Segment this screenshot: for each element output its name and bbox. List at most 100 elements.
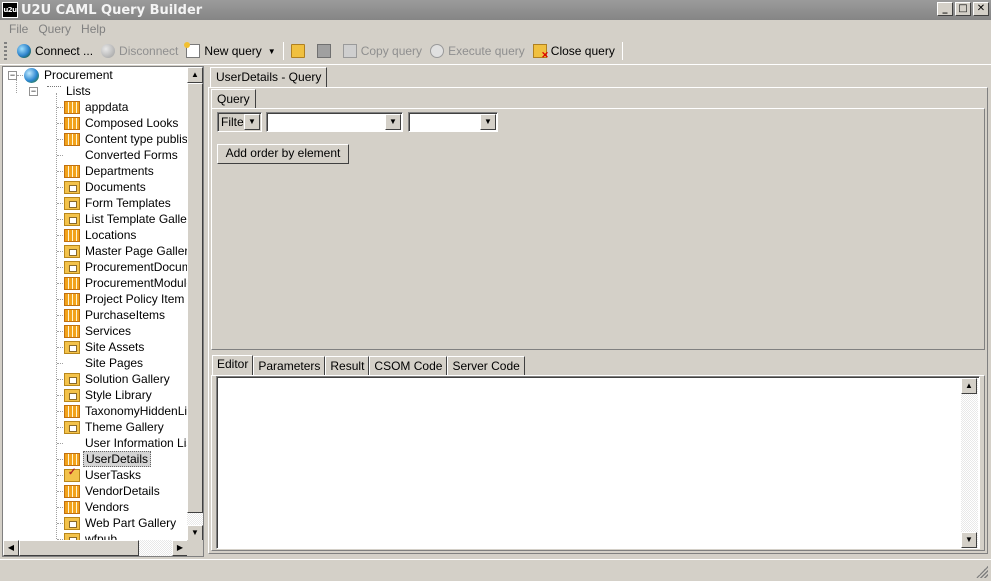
scrollbar-corner (187, 540, 203, 556)
scroll-up-icon[interactable]: ▲ (187, 67, 203, 83)
tree-list-item[interactable]: Locations (64, 227, 138, 243)
tree-list-item[interactable]: Vendors (64, 499, 131, 515)
tab-parameters[interactable]: Parameters (253, 356, 326, 376)
execute-query-button[interactable]: Execute query (426, 40, 529, 62)
scroll-left-icon[interactable]: ◀ (3, 540, 19, 556)
document-tabstrip: UserDetails - Query (208, 66, 988, 88)
scroll-up-icon[interactable]: ▲ (961, 378, 977, 394)
tab-editor[interactable]: Editor (212, 355, 254, 376)
maximize-button[interactable]: □ (955, 2, 971, 16)
panel-splitter[interactable] (211, 350, 985, 354)
library-icon (64, 420, 80, 434)
tree-hscroll-thumb[interactable] (19, 540, 139, 556)
tree-item-label: Converted Forms (85, 148, 178, 162)
open-button[interactable] (287, 40, 313, 62)
tab-csom-code[interactable]: CSOM Code (369, 356, 448, 376)
library-icon (64, 340, 80, 354)
tree-list-item[interactable]: Converted Forms (64, 147, 180, 163)
menu-help[interactable]: Help (76, 22, 111, 36)
scroll-down-icon[interactable]: ▼ (187, 525, 203, 541)
minimize-button[interactable]: _ (937, 2, 953, 16)
close-window-button[interactable]: ✕ (973, 2, 989, 16)
tree-connector (16, 79, 17, 93)
title-bar: u2u U2U CAML Query Builder _ □ ✕ (0, 0, 991, 20)
globe-icon (17, 44, 31, 58)
tree-vscroll-thumb[interactable] (187, 83, 203, 513)
tree-item-label: List Template Gallery (85, 212, 188, 226)
new-query-dropdown-icon[interactable]: ▼ (268, 47, 276, 56)
tree-list-item[interactable]: TaxonomyHiddenList (64, 403, 188, 419)
chevron-down-icon[interactable]: ▼ (385, 114, 401, 130)
tab-userdetails-query[interactable]: UserDetails - Query (210, 67, 328, 88)
add-order-by-button[interactable]: Add order by element (217, 144, 349, 164)
save-button[interactable] (313, 40, 339, 62)
list-icon (64, 308, 80, 322)
tab-result[interactable]: Result (325, 356, 370, 376)
chevron-down-icon[interactable]: ▼ (480, 114, 496, 130)
tree-list-item[interactable]: Services (64, 323, 133, 339)
tree-item-label: Services (85, 324, 132, 338)
tree-list-item[interactable]: User Information List (64, 435, 188, 451)
caml-editor[interactable]: ▲ ▼ (216, 376, 980, 549)
tree-list-item[interactable]: PurchaseItems (64, 307, 167, 323)
tree-list-item[interactable]: List Template Gallery (64, 211, 188, 227)
tree-list-item[interactable]: Solution Gallery (64, 371, 172, 387)
tree-list-item[interactable]: Composed Looks (64, 115, 180, 131)
tab-query[interactable]: Query (211, 89, 256, 109)
copy-query-button[interactable]: Copy query (339, 40, 426, 62)
field-select[interactable]: ▼ (266, 112, 403, 132)
blank-icon (64, 357, 80, 370)
tree-horizontal-scrollbar[interactable]: ◀ ▶ (3, 540, 188, 556)
connect-button[interactable]: Connect ... (13, 40, 97, 62)
resize-grip-icon[interactable] (976, 566, 988, 578)
tree-list-item[interactable]: Content type publishing (64, 131, 188, 147)
tree-connector (57, 347, 63, 348)
tree-list-item[interactable]: Site Pages (64, 355, 145, 371)
tree-connector (57, 171, 63, 172)
tree-list-item[interactable]: Web Part Gallery (64, 515, 178, 531)
new-query-icon (184, 42, 201, 58)
tree-node-label: Procurement (44, 68, 113, 82)
tree-list-item[interactable]: Departments (64, 163, 156, 179)
menu-file[interactable]: File (4, 22, 33, 36)
chevron-down-icon[interactable]: ▼ (244, 114, 260, 130)
tree-node-root[interactable]: Procurement (24, 67, 115, 83)
menu-query[interactable]: Query (33, 22, 76, 36)
tree-item-label: Site Pages (85, 356, 144, 370)
tree-list-item[interactable]: VendorDetails (64, 483, 162, 499)
tree-connector (57, 395, 63, 396)
collapse-root-icon[interactable]: − (8, 71, 17, 80)
tree-item-label: Web Part Gallery (85, 516, 177, 530)
tree-list-item[interactable]: Style Library (64, 387, 154, 403)
tree-list-item[interactable]: Site Assets (64, 339, 146, 355)
tree-list-item[interactable]: Documents (64, 179, 148, 195)
tree-item-label: ProcurementDocumen (85, 260, 188, 274)
operator-select[interactable]: ▼ (408, 112, 498, 132)
tree-list-item[interactable]: Project Policy Item List (64, 291, 188, 307)
toolbar-grip[interactable] (4, 42, 7, 60)
scroll-right-icon[interactable]: ▶ (172, 540, 188, 556)
tree-list-item[interactable]: appdata (64, 99, 130, 115)
tree-node-lists[interactable]: Lists (47, 83, 93, 99)
tree-list-item[interactable]: Theme Gallery (64, 419, 166, 435)
close-query-button[interactable]: Close query (529, 40, 619, 62)
tab-server-code[interactable]: Server Code (447, 356, 525, 376)
tree-list-item[interactable]: Master Page Gallery (64, 243, 188, 259)
tree-list-item[interactable]: ProcurementDocumen (64, 259, 188, 275)
tree-list-item[interactable]: UserDetails (64, 451, 152, 467)
tree-list-item[interactable]: UserTasks (64, 467, 143, 483)
library-icon (64, 212, 80, 226)
toolbar-separator (621, 42, 623, 60)
editor-vertical-scrollbar[interactable]: ▲ ▼ (961, 378, 978, 548)
scroll-down-icon[interactable]: ▼ (961, 532, 977, 548)
filter-type-select[interactable]: Filter ▼ (217, 112, 262, 132)
disconnect-button[interactable]: Disconnect (97, 40, 182, 62)
new-query-button[interactable]: New query (182, 40, 265, 62)
tree-item-label: Project Policy Item List (85, 292, 188, 306)
list-icon (64, 100, 80, 114)
tree-vertical-scrollbar[interactable]: ▲ ▼ (187, 67, 203, 541)
tree-list-item[interactable]: Form Templates (64, 195, 173, 211)
collapse-lists-icon[interactable]: − (29, 87, 38, 96)
tree-connector (57, 427, 63, 428)
tree-list-item[interactable]: ProcurementModuleEx (64, 275, 188, 291)
